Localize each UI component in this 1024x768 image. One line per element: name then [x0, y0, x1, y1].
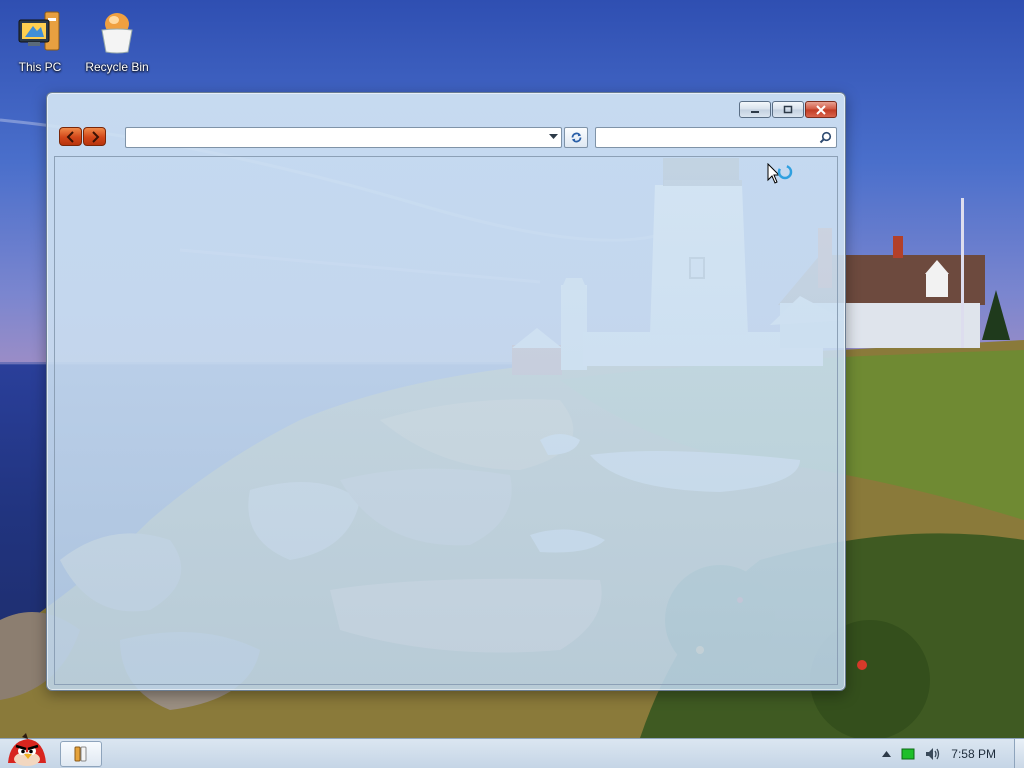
volume-control[interactable] [925, 747, 941, 761]
forward-button[interactable] [83, 127, 106, 146]
system-tray: 7:58 PM [882, 739, 1024, 768]
chevron-up-icon [882, 751, 892, 757]
green-status-icon [901, 748, 915, 760]
desktop-icon-label: This PC [18, 60, 62, 74]
computer-icon [18, 11, 60, 51]
address-bar[interactable] [125, 127, 562, 148]
caption-buttons [739, 101, 837, 118]
search-icon[interactable] [819, 131, 832, 144]
refresh-icon [571, 132, 581, 143]
file-explorer-icon [74, 746, 87, 762]
clock[interactable]: 7:58 PM [951, 747, 996, 761]
volume-icon [926, 748, 940, 760]
restore-button[interactable] [772, 101, 804, 118]
forward-arrow-icon [91, 130, 99, 143]
close-icon [816, 104, 826, 115]
back-arrow-icon [66, 130, 74, 143]
refresh-button[interactable] [564, 127, 588, 148]
desktop-icon-this-pc[interactable]: This PC [2, 10, 78, 74]
desktop-icon-label: Recycle Bin [85, 60, 149, 74]
taskbar-item-explorer[interactable] [60, 741, 102, 767]
angry-bird-start-icon [8, 733, 46, 766]
recycle-bin-icon [101, 13, 133, 54]
navigation-buttons [59, 127, 106, 146]
search-bar[interactable] [595, 127, 837, 148]
minimize-button[interactable] [739, 101, 771, 118]
content-pane[interactable] [54, 156, 838, 685]
start-button[interactable] [4, 733, 50, 768]
address-input[interactable] [126, 128, 536, 147]
explorer-window[interactable] [46, 92, 846, 691]
minimize-icon [751, 110, 759, 113]
show-desktop-button[interactable] [1014, 739, 1024, 768]
desktop-icon-recycle-bin[interactable]: Recycle Bin [79, 10, 155, 74]
close-button[interactable] [805, 101, 837, 118]
back-button[interactable] [59, 127, 82, 146]
busy-cursor-icon [767, 163, 793, 184]
chevron-down-icon[interactable] [549, 134, 558, 140]
show-hidden-icons-button[interactable] [882, 751, 892, 757]
network-status[interactable] [901, 748, 915, 760]
search-input[interactable] [596, 128, 811, 147]
restore-icon [783, 105, 793, 114]
taskbar: 7:58 PM [0, 733, 1024, 768]
